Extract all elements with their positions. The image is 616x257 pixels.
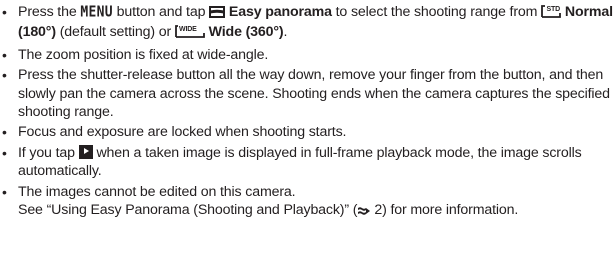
list-item: • The zoom position is fixed at wide-ang… [2, 46, 269, 63]
list-item: • Press the shutter-release button all t… [2, 67, 610, 120]
bullet-dot: • [2, 46, 7, 63]
bullet-list: • Press the MENU button and tap Easy pan… [0, 3, 616, 221]
list-item: • Focus and exposure are locked when sho… [2, 124, 347, 141]
menu-button-label: MENU [80, 3, 113, 22]
reference-link-icon [357, 203, 374, 221]
panorama-wide-icon: WIDE [174, 23, 205, 43]
instruction-list-section: • Press the MENU button and tap Easy pan… [0, 3, 616, 223]
bullet-dot: • [2, 124, 7, 141]
easy-panorama-label: Easy panorama [228, 4, 332, 20]
list-item: • If you tap when a taken image is displ… [2, 144, 582, 180]
bullet-dot: • [2, 67, 7, 84]
panorama-wide-badge: WIDE [179, 26, 197, 33]
panorama-wide-label: Wide (360°) [208, 24, 284, 41]
bullet-dot: • [2, 144, 7, 161]
easy-panorama-icon [209, 5, 226, 23]
list-item: • Press the MENU button and tap Easy pan… [0, 3, 616, 44]
list-item: • The images cannot be edited on this ca… [0, 183, 616, 222]
bullet-dot: • [2, 183, 7, 200]
panorama-normal-badge: STD [547, 6, 561, 13]
bullet-dot: • [2, 4, 7, 20]
panorama-normal-icon: STD [541, 3, 562, 23]
reference-page-number: 2 [374, 201, 383, 218]
playback-icon [78, 144, 93, 159]
